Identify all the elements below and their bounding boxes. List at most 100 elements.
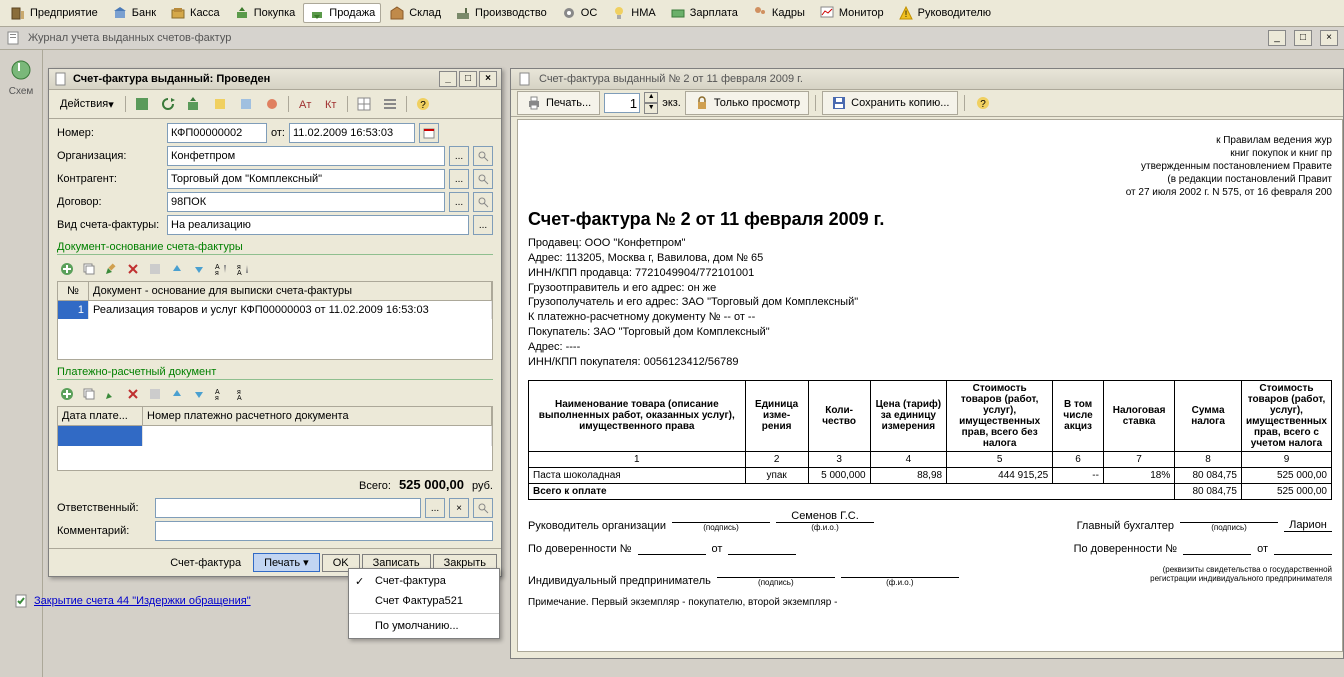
org-input[interactable]: Конфетпром [167,146,445,166]
counterparty-input[interactable]: Торговый дом "Комплексный" [167,169,445,189]
menu-cash[interactable]: Касса [164,3,226,23]
menu-enterprise[interactable]: Предприятие [4,3,104,23]
copies-up-button[interactable]: ▲ [644,92,658,103]
tool4-button[interactable]: Aт [293,94,317,114]
responsible-select-button[interactable]: ... [425,498,445,518]
contract-input[interactable]: 98ПОК [167,192,445,212]
responsible-search-button[interactable] [473,498,493,518]
print-menu-default[interactable]: По умолчанию... [349,616,499,636]
basis-edit-button[interactable] [101,259,121,279]
responsible-clear-button[interactable]: × [449,498,469,518]
menu-os[interactable]: ОС [555,3,604,23]
journal-maximize-button[interactable]: □ [1294,30,1312,46]
basis-sortaz-button[interactable]: Aя [211,259,231,279]
calendar-button[interactable] [419,123,439,143]
repost-button[interactable] [182,94,206,114]
payment-row[interactable] [58,426,492,446]
pay-col-date[interactable]: Дата плате... [58,407,143,425]
tool5-button[interactable]: Кт [319,94,343,114]
form-close-button[interactable]: × [479,71,497,87]
th-total: Стоимость товаров (работ, услуг), имущес… [1241,380,1331,451]
date-input[interactable]: 11.02.2009 16:53:03 [289,123,415,143]
print-menu-invoice521[interactable]: Счет Фактура521 [349,591,499,611]
contract-select-button[interactable]: ... [449,192,469,212]
tool3-button[interactable] [260,94,284,114]
acct-name: Ларион [1284,519,1332,532]
basis-col-num[interactable]: № [58,282,89,300]
cart-out-icon [309,5,325,21]
pay-finish-button[interactable] [145,384,165,404]
copies-down-button[interactable]: ▼ [644,103,658,114]
pay-add-button[interactable] [57,384,77,404]
type-input[interactable]: На реализацию [167,215,469,235]
basis-add-button[interactable] [57,259,77,279]
form-maximize-button[interactable]: □ [459,71,477,87]
nh7: 7 [1103,451,1174,467]
th-price: Цена (тариф) за единицу измерения [870,380,946,451]
view-only-button[interactable]: Только просмотр [685,91,809,115]
refresh-button[interactable] [156,94,180,114]
menu-purchase[interactable]: Покупка [228,3,302,23]
menu-salary[interactable]: Зарплата [664,3,744,23]
menu-bank[interactable]: Банк [106,3,162,23]
preview-help-button[interactable]: ? [971,93,995,113]
pay-copy-button[interactable] [79,384,99,404]
counterparty-search-button[interactable] [473,169,493,189]
list-button[interactable] [378,94,402,114]
close-account-link[interactable]: Закрытие счета 44 "Издержки обращения" [14,593,251,609]
menu-manager[interactable]: !Руководителю [892,3,997,23]
org-select-button[interactable]: ... [449,146,469,166]
pay-delete-button[interactable] [123,384,143,404]
post-button[interactable] [130,94,154,114]
basis-col-doc[interactable]: Документ - основание для выписки счета-ф… [89,282,492,300]
help-button[interactable]: ? [411,94,435,114]
basis-down-button[interactable] [189,259,209,279]
menu-label: Руководителю [918,7,991,19]
invoice-link[interactable]: Счет-фактура [160,555,251,571]
th-qty: Коли-чество [808,380,870,451]
counterparty-select-button[interactable]: ... [449,169,469,189]
pay-edit-button[interactable] [101,384,121,404]
nh5: 5 [947,451,1053,467]
actions-dropdown[interactable]: Действия ▾ [53,94,121,114]
nh9: 9 [1241,451,1331,467]
journal-close-button[interactable]: × [1320,30,1338,46]
number-input[interactable]: КФП00000002 [167,123,267,143]
org-search-button[interactable] [473,146,493,166]
copies-input[interactable] [604,93,640,113]
pay-col-num[interactable]: Номер платежно расчетного документа [143,407,492,425]
print-button[interactable]: Печать ▾ [253,553,320,572]
print-menu-invoice[interactable]: ✓Счет-фактура [349,571,499,591]
menu-hr[interactable]: Кадры [746,3,811,23]
comment-label: Комментарий: [57,525,151,537]
type-select-button[interactable]: ... [473,215,493,235]
pay-up-button[interactable] [167,384,187,404]
responsible-input[interactable] [155,498,421,518]
menu-nma[interactable]: НМА [605,3,661,23]
basis-delete-button[interactable] [123,259,143,279]
menu-warehouse[interactable]: Склад [383,3,447,23]
save-copy-button[interactable]: Сохранить копию... [822,91,958,115]
scheme-icon[interactable] [9,58,33,82]
grid-button[interactable] [352,94,376,114]
basis-finish-button[interactable] [145,259,165,279]
menu-sale[interactable]: Продажа [303,3,381,23]
basis-up-button[interactable] [167,259,187,279]
contract-search-button[interactable] [473,192,493,212]
menu-monitor[interactable]: Монитор [813,3,890,23]
menu-production[interactable]: Производство [449,3,553,23]
th-rate: Налоговая ставка [1103,380,1174,451]
journal-minimize-button[interactable]: _ [1268,30,1286,46]
form-minimize-button[interactable]: _ [439,71,457,87]
tool1-button[interactable] [208,94,232,114]
info-inn-buyer: ИНН/КПП покупателя: 0056123412/56789 [528,355,1332,370]
pay-sortza-button[interactable]: яA [233,384,253,404]
basis-sortza-button[interactable]: яA [233,259,253,279]
tool2-button[interactable] [234,94,258,114]
comment-input[interactable] [155,521,493,541]
preview-print-button[interactable]: Печать... [517,91,600,115]
pay-sortaz-button[interactable]: Aя [211,384,231,404]
basis-copy-button[interactable] [79,259,99,279]
pay-down-button[interactable] [189,384,209,404]
basis-row[interactable]: 1 Реализация товаров и услуг КФП00000003… [58,301,492,319]
